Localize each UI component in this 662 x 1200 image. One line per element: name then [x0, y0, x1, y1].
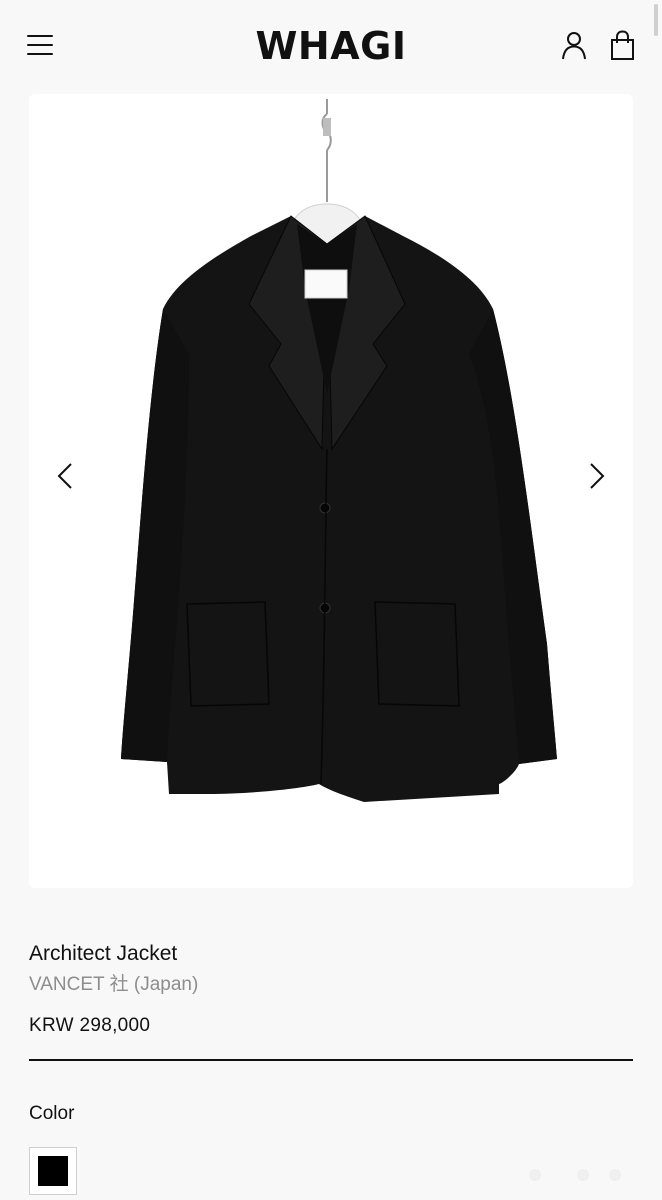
shopping-bag-icon: [611, 30, 634, 60]
site-header: WHAGI: [0, 0, 662, 92]
menu-button[interactable]: [24, 30, 56, 60]
previous-image-button[interactable]: [45, 452, 85, 500]
product-name: Architect Jacket: [29, 942, 178, 965]
account-button[interactable]: [558, 29, 590, 61]
chevron-left-icon: [57, 463, 72, 489]
scrollbar[interactable]: [654, 4, 658, 36]
product-maker: VANCET 社 (Japan): [29, 974, 199, 995]
user-icon: [562, 32, 586, 60]
cart-button[interactable]: [606, 29, 638, 61]
divider: [29, 1059, 633, 1061]
product-price: KRW 298,000: [29, 1015, 151, 1036]
color-swatch-fill: [38, 1156, 68, 1186]
hamburger-menu-icon: [27, 35, 53, 37]
product-gallery: [29, 94, 633, 888]
hamburger-menu-icon-middle: [27, 44, 53, 46]
color-label: Color: [29, 1103, 75, 1124]
image-pagination-dots: [529, 1169, 621, 1181]
chevron-right-icon: [590, 463, 605, 489]
color-swatch-black[interactable]: [29, 1147, 77, 1195]
product-image: [121, 99, 557, 802]
next-image-button[interactable]: [577, 452, 617, 500]
hamburger-menu-icon-bottom: [27, 53, 53, 55]
product-page: WHAGI Architect Jacket VANCET 社 (Japan) …: [0, 0, 662, 1200]
